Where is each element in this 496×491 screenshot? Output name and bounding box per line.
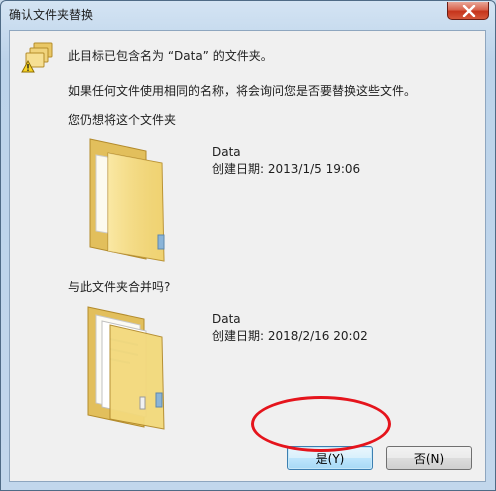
- yes-button[interactable]: 是(Y): [287, 446, 373, 470]
- source-folder-created: 创建日期: 2018/2/16 20:02: [212, 329, 368, 343]
- target-folder-created: 创建日期: 2013/1/5 19:06: [212, 162, 361, 176]
- target-folder-name: Data: [212, 145, 241, 159]
- source-folder-info: Data 创建日期: 2018/2/16 20:02: [212, 311, 368, 345]
- source-folder-name: Data: [212, 312, 241, 326]
- no-button[interactable]: 否(N): [386, 446, 472, 470]
- close-icon: [462, 5, 476, 17]
- close-button[interactable]: [447, 2, 489, 20]
- dialog-body: 此目标已包含名为 “Data” 的文件夹。 如果任何文件使用相同的名称，将会询问…: [9, 30, 486, 482]
- target-folder-info: Data 创建日期: 2013/1/5 19:06: [212, 144, 360, 178]
- message-line-3: 您仍想将这个文件夹: [68, 113, 177, 127]
- message-line-4: 与此文件夹合并吗?: [68, 280, 171, 294]
- folder-with-files-icon: [87, 306, 165, 430]
- window-title: 确认文件夹替换: [9, 8, 94, 22]
- warning-folders-icon: [21, 42, 53, 73]
- confirm-folder-replace-dialog: 确认文件夹替换 此目标已包含名为 “Data” 的文件夹。 如果任何文件使用相同…: [0, 0, 496, 491]
- message-line-2: 如果任何文件使用相同的名称，将会询问您是否要替换这些文件。: [68, 84, 417, 98]
- message-line-1: 此目标已包含名为 “Data” 的文件夹。: [68, 49, 273, 63]
- title-bar[interactable]: 确认文件夹替换: [1, 1, 495, 29]
- folder-icon: [89, 138, 165, 262]
